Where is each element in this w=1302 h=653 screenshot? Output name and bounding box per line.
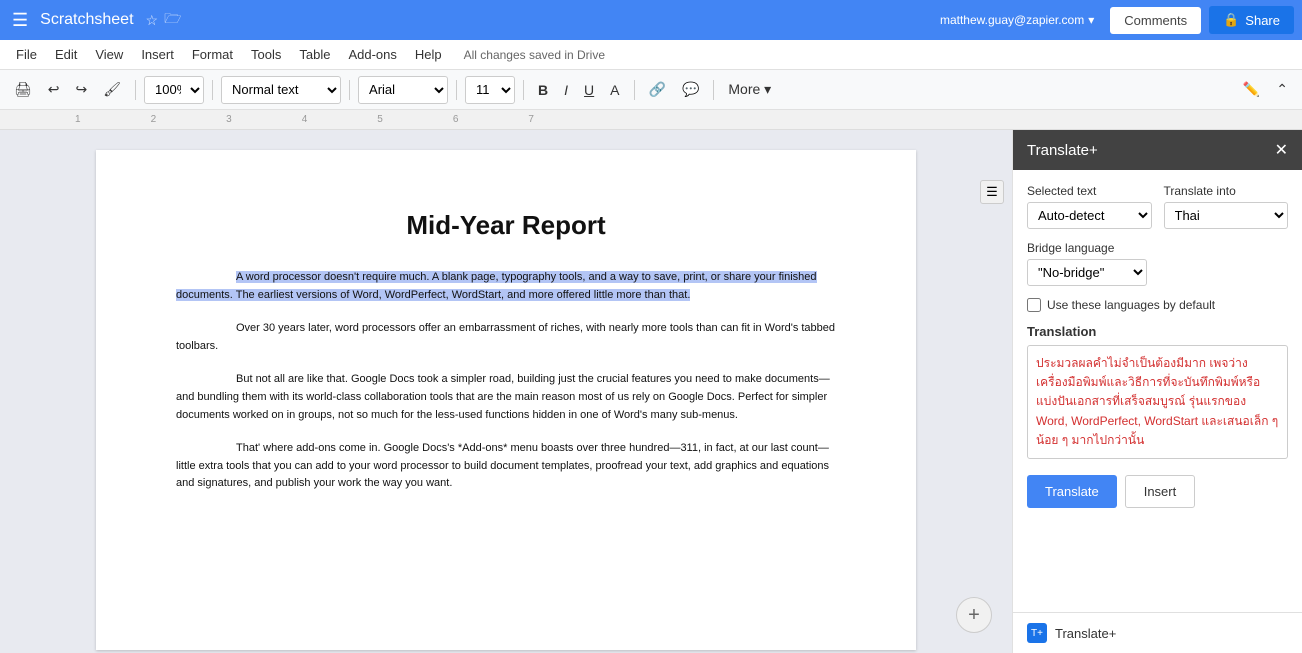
panel-footer: T+ Translate+ bbox=[1013, 612, 1302, 653]
link-button[interactable]: 🔗 bbox=[643, 77, 672, 102]
more-button[interactable]: More ▾ bbox=[722, 77, 777, 102]
selected-text-label: Selected text bbox=[1027, 184, 1152, 198]
print-icon[interactable]: 🖨 bbox=[8, 77, 38, 102]
zoom-select[interactable]: 100% bbox=[144, 76, 204, 104]
separator-4 bbox=[456, 80, 457, 100]
pen-icon[interactable]: ✏️ bbox=[1237, 77, 1266, 102]
menu-table[interactable]: Table bbox=[291, 43, 338, 66]
paragraph-3: But not all are like that. Google Docs t… bbox=[176, 371, 836, 424]
sidebar-scroll-icon[interactable]: ☰ bbox=[980, 180, 1004, 204]
panel-body: Selected text Auto-detect English French… bbox=[1013, 170, 1302, 612]
user-info: matthew.guay@zapier.com ▾ bbox=[940, 13, 1094, 27]
font-size-select[interactable]: 11 bbox=[465, 76, 515, 104]
document-title: Scratchsheet bbox=[40, 11, 133, 29]
menu-format[interactable]: Format bbox=[184, 43, 241, 66]
comments-button[interactable]: Comments bbox=[1110, 7, 1201, 34]
panel-header: Translate+ ✕ bbox=[1013, 130, 1302, 170]
menu-insert[interactable]: Insert bbox=[133, 43, 182, 66]
dropdown-icon: ▾ bbox=[1088, 13, 1094, 27]
bold-button[interactable]: B bbox=[532, 78, 554, 102]
separator-1 bbox=[135, 80, 136, 100]
undo-icon[interactable]: ↩ bbox=[42, 77, 66, 102]
bridge-language-select[interactable]: "No-bridge" English bbox=[1027, 259, 1147, 286]
menu-edit[interactable]: Edit bbox=[47, 43, 85, 66]
paragraph-4: That' where add-ons come in. Google Docs… bbox=[176, 440, 836, 493]
ruler: 1 2 3 4 5 6 7 bbox=[0, 110, 1302, 130]
share-button[interactable]: 🔒 Share bbox=[1209, 6, 1294, 34]
menu-addons[interactable]: Add-ons bbox=[340, 43, 404, 66]
user-email: matthew.guay@zapier.com bbox=[940, 13, 1084, 27]
menu-help[interactable]: Help bbox=[407, 43, 450, 66]
addon-icon: T+ bbox=[1027, 623, 1047, 643]
separator-7 bbox=[713, 80, 714, 100]
separator-5 bbox=[523, 80, 524, 100]
paragraph-2: Over 30 years later, word processors off… bbox=[176, 320, 836, 355]
target-language-col: Translate into Thai English French Spani… bbox=[1164, 184, 1289, 229]
add-button[interactable]: + bbox=[956, 597, 992, 633]
hamburger-icon[interactable]: ☰ bbox=[8, 6, 32, 35]
default-languages-checkbox[interactable] bbox=[1027, 298, 1041, 312]
close-icon[interactable]: ✕ bbox=[1275, 140, 1288, 160]
collapse-icon[interactable]: ⌃ bbox=[1270, 77, 1294, 102]
panel-actions: Translate Insert bbox=[1027, 475, 1288, 508]
source-language-select[interactable]: Auto-detect English French Spanish bbox=[1027, 202, 1152, 229]
translate-panel: Translate+ ✕ Selected text Auto-detect E… bbox=[1012, 130, 1302, 653]
bridge-language-label: Bridge language bbox=[1027, 241, 1288, 255]
translate-button[interactable]: Translate bbox=[1027, 475, 1117, 508]
translation-output: ประมวลผลคำไม่จำเป็นต้องมีมาก เพจว่างเครื… bbox=[1027, 345, 1288, 459]
document-page: Mid-Year Report A word processor doesn't… bbox=[96, 150, 916, 650]
underline-button[interactable]: U bbox=[578, 78, 600, 102]
style-select[interactable]: Normal text bbox=[221, 76, 341, 104]
comment-button[interactable]: 💬 bbox=[676, 77, 705, 102]
menu-tools[interactable]: Tools bbox=[243, 43, 289, 66]
font-color-button[interactable]: A bbox=[604, 78, 625, 102]
addon-name: Translate+ bbox=[1055, 626, 1116, 641]
redo-icon[interactable]: ↪ bbox=[70, 77, 94, 102]
target-language-select[interactable]: Thai English French Spanish bbox=[1164, 202, 1289, 229]
menu-bar: File Edit View Insert Format Tools Table… bbox=[0, 40, 1302, 70]
font-select[interactable]: Arial bbox=[358, 76, 448, 104]
language-row: Selected text Auto-detect English French… bbox=[1027, 184, 1288, 229]
star-icon[interactable]: ☆ bbox=[146, 12, 159, 29]
separator-6 bbox=[634, 80, 635, 100]
default-languages-row: Use these languages by default bbox=[1027, 298, 1288, 312]
translation-label: Translation bbox=[1027, 324, 1288, 339]
document-heading: Mid-Year Report bbox=[176, 210, 836, 241]
save-status: All changes saved in Drive bbox=[464, 48, 605, 62]
separator-3 bbox=[349, 80, 350, 100]
translation-section: Translation ประมวลผลคำไม่จำเป็นต้องมีมาก… bbox=[1027, 324, 1288, 459]
default-languages-label: Use these languages by default bbox=[1047, 298, 1215, 312]
main-area: Mid-Year Report A word processor doesn't… bbox=[0, 130, 1302, 653]
paragraph-1: A word processor doesn't require much. A… bbox=[176, 269, 836, 304]
top-bar: ☰ Scratchsheet ☆ 🗁 matthew.guay@zapier.c… bbox=[0, 0, 1302, 40]
highlighted-text: A word processor doesn't require much. A… bbox=[176, 271, 817, 301]
menu-view[interactable]: View bbox=[87, 43, 131, 66]
paint-format-icon[interactable]: 🖌 bbox=[97, 77, 127, 102]
separator-2 bbox=[212, 80, 213, 100]
insert-button[interactable]: Insert bbox=[1125, 475, 1196, 508]
italic-button[interactable]: I bbox=[558, 78, 574, 102]
toolbar: 🖨 ↩ ↪ 🖌 100% Normal text Arial 11 B I U … bbox=[0, 70, 1302, 110]
lock-icon: 🔒 bbox=[1223, 12, 1239, 28]
folder-icon[interactable]: 🗁 bbox=[164, 8, 181, 32]
menu-file[interactable]: File bbox=[8, 43, 45, 66]
translate-into-label: Translate into bbox=[1164, 184, 1289, 198]
source-language-col: Selected text Auto-detect English French… bbox=[1027, 184, 1152, 229]
bridge-section: Bridge language "No-bridge" English bbox=[1027, 241, 1288, 286]
document-area: Mid-Year Report A word processor doesn't… bbox=[0, 130, 1012, 653]
panel-title: Translate+ bbox=[1027, 142, 1098, 159]
